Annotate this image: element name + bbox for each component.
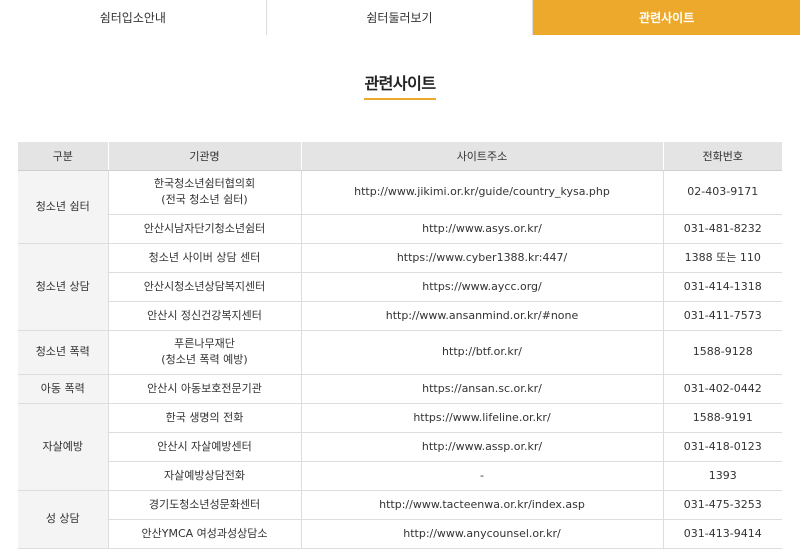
org-name: 자살예방상담전화 bbox=[108, 461, 302, 491]
site-url[interactable]: http://www.ansanmind.or.kr/#none bbox=[301, 301, 664, 331]
phone-number: 031-481-8232 bbox=[663, 214, 782, 244]
table-row: 성 상담 경기도청소년성문화센터 http://www.tacteenwa.or… bbox=[18, 490, 782, 549]
table-row: 안산시 자살예방센터 http://www.assp.or.kr/ 031-41… bbox=[18, 432, 782, 462]
tab-shelter-admission[interactable]: 쉼터입소안내 bbox=[0, 0, 267, 35]
phone-number: 031-418-0123 bbox=[663, 432, 782, 462]
table-row: 안산시청소년상담복지센터 https://www.aycc.org/ 031-4… bbox=[18, 272, 782, 302]
page-title-wrap: 관련사이트 bbox=[0, 70, 800, 100]
org-note: (청소년 폭력 예방) bbox=[161, 353, 248, 366]
table-row: 청소년 폭력 푸른나무재단 (청소년 폭력 예방) http://btf.or.… bbox=[18, 330, 782, 375]
site-url[interactable]: http://www.anycounsel.or.kr/ bbox=[301, 519, 664, 549]
related-sites-table: 구분 기관명 사이트주소 전화번호 청소년 쉼터 한국청소년쉼터협의회 (전국 … bbox=[18, 142, 782, 549]
site-url[interactable]: https://ansan.sc.or.kr/ bbox=[301, 374, 664, 404]
org-name: 푸른나무재단 bbox=[174, 337, 235, 351]
org-name: 안산시청소년상담복지센터 bbox=[108, 272, 302, 302]
site-url[interactable]: http://btf.or.kr/ bbox=[301, 330, 664, 375]
site-url[interactable]: https://www.lifeline.or.kr/ bbox=[301, 403, 664, 433]
org-name: 한국청소년쉼터협의회 bbox=[153, 177, 256, 191]
org-cell: 푸른나무재단 (청소년 폭력 예방) bbox=[108, 330, 302, 375]
table-header-row: 구분 기관명 사이트주소 전화번호 bbox=[18, 142, 782, 171]
site-url[interactable]: https://www.aycc.org/ bbox=[301, 272, 664, 302]
phone-number: 1393 bbox=[663, 461, 782, 491]
org-note: (전국 청소년 쉼터) bbox=[161, 193, 248, 206]
org-name: 안산YMCA 여성과성상담소 bbox=[108, 519, 302, 549]
category-cell: 청소년 쉼터 bbox=[18, 170, 109, 244]
site-url[interactable]: http://www.tacteenwa.or.kr/index.asp bbox=[301, 490, 664, 520]
category-cell: 자살예방 bbox=[18, 403, 109, 491]
org-name: 한국 생명의 전화 bbox=[108, 403, 302, 433]
org-cell: 한국청소년쉼터협의회 (전국 청소년 쉼터) bbox=[108, 170, 302, 215]
site-url[interactable]: http://www.asys.or.kr/ bbox=[301, 214, 664, 244]
category-cell: 아동 폭력 bbox=[18, 374, 109, 404]
org-name: 경기도청소년성문화센터 bbox=[108, 490, 302, 520]
page-title: 관련사이트 bbox=[364, 70, 436, 100]
phone-number: 1588-9191 bbox=[663, 403, 782, 433]
table-row: 청소년 상담 청소년 사이버 상담 센터 https://www.cyber13… bbox=[18, 243, 782, 331]
tab-bar: 쉼터입소안내 쉼터둘러보기 관련사이트 bbox=[0, 0, 800, 35]
site-url: - bbox=[301, 461, 664, 491]
site-url[interactable]: https://www.cyber1388.kr:447/ bbox=[301, 243, 664, 273]
site-url[interactable]: http://www.jikimi.or.kr/guide/country_ky… bbox=[301, 170, 664, 215]
header-phone: 전화번호 bbox=[663, 142, 782, 171]
category-cell: 청소년 폭력 bbox=[18, 330, 109, 375]
org-name: 안산시 정신건강복지센터 bbox=[108, 301, 302, 331]
tab-shelter-tour[interactable]: 쉼터둘러보기 bbox=[266, 0, 534, 35]
phone-number: 1588-9128 bbox=[663, 330, 782, 375]
phone-number: 031-475-3253 bbox=[663, 490, 782, 520]
site-url[interactable]: http://www.assp.or.kr/ bbox=[301, 432, 664, 462]
phone-number: 031-414-1318 bbox=[663, 272, 782, 302]
table-row: 자살예방 한국 생명의 전화 https://www.lifeline.or.k… bbox=[18, 403, 782, 491]
phone-number: 02-403-9171 bbox=[663, 170, 782, 215]
header-site-url: 사이트주소 bbox=[301, 142, 664, 171]
table-row: 아동 폭력 안산시 아동보호전문기관 https://ansan.sc.or.k… bbox=[18, 374, 782, 404]
org-name: 청소년 사이버 상담 센터 bbox=[108, 243, 302, 273]
table-row: 안산시 정신건강복지센터 http://www.ansanmind.or.kr/… bbox=[18, 301, 782, 331]
org-name: 안산시남자단기청소년쉼터 bbox=[108, 214, 302, 244]
phone-number: 031-402-0442 bbox=[663, 374, 782, 404]
tab-related-sites[interactable]: 관련사이트 bbox=[533, 0, 800, 35]
header-category: 구분 bbox=[18, 142, 109, 171]
table-row: 청소년 쉼터 한국청소년쉼터협의회 (전국 청소년 쉼터) http://www… bbox=[18, 170, 782, 244]
table-row: 자살예방상담전화 - 1393 bbox=[18, 461, 782, 491]
header-organization: 기관명 bbox=[108, 142, 302, 171]
category-cell: 성 상담 bbox=[18, 490, 109, 549]
phone-number: 031-413-9414 bbox=[663, 519, 782, 549]
org-name: 안산시 자살예방센터 bbox=[108, 432, 302, 462]
table-row: 안산시남자단기청소년쉼터 http://www.asys.or.kr/ 031-… bbox=[18, 214, 782, 244]
phone-number: 1388 또는 110 bbox=[663, 243, 782, 273]
phone-number: 031-411-7573 bbox=[663, 301, 782, 331]
table-row: 안산YMCA 여성과성상담소 http://www.anycounsel.or.… bbox=[18, 519, 782, 549]
org-name: 안산시 아동보호전문기관 bbox=[108, 374, 302, 404]
category-cell: 청소년 상담 bbox=[18, 243, 109, 331]
